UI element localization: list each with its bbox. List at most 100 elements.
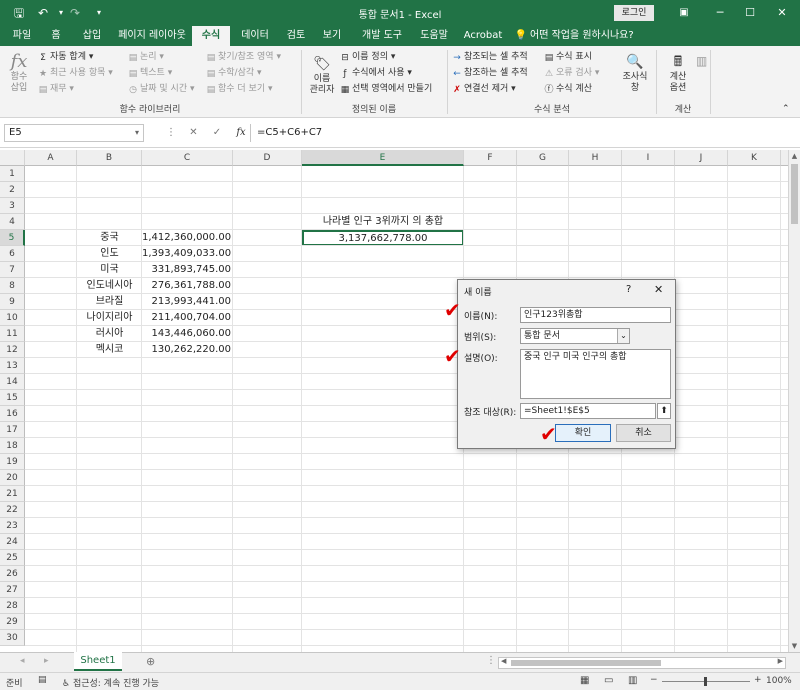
cell-country-name[interactable]: 인도 [77, 246, 142, 262]
add-sheet-icon[interactable]: ⊕ [146, 655, 155, 668]
column-header[interactable]: D [233, 150, 302, 166]
scroll-left-icon[interactable]: ◀ [501, 657, 506, 665]
column-header[interactable]: G [517, 150, 569, 166]
scroll-down-icon[interactable]: ▼ [789, 640, 800, 652]
calc-options-button[interactable]: 🖩 계산 옵션 [662, 52, 694, 94]
vertical-scrollbar[interactable]: ▲ ▼ [788, 150, 800, 652]
cell-e4[interactable]: 나라별 인구 3위까지 의 총합 [302, 214, 464, 230]
comment-textarea[interactable]: 중국 인구 미국 인구의 총합 [520, 349, 671, 399]
name-manager-button[interactable]: 🏷 이름 관리자 [304, 54, 340, 96]
datetime-button[interactable]: ◷ 날짜 및 시간 ▾ [128, 82, 194, 96]
column-header[interactable]: B [77, 150, 142, 166]
zoom-level[interactable]: 100% [766, 676, 792, 686]
cell-country-name[interactable]: 러시아 [77, 326, 142, 342]
tab-acrobat[interactable]: Acrobat [458, 26, 508, 46]
tab-developer[interactable]: 개발 도구 [354, 26, 410, 46]
cell-population[interactable]: 1,393,409,033.00 [142, 246, 231, 262]
tab-insert[interactable]: 삽입 [74, 26, 110, 46]
tab-view[interactable]: 보기 [314, 26, 350, 46]
scroll-thumb[interactable] [511, 660, 661, 666]
tab-file[interactable]: 파일 [4, 26, 40, 46]
lookup-button[interactable]: ▤ 찾기/참조 영역 ▾ [206, 50, 281, 64]
cell-population[interactable]: 1,412,360,000.00 [142, 230, 231, 246]
select-all-corner[interactable] [0, 150, 25, 166]
cell-country-name[interactable]: 브라질 [77, 294, 142, 310]
row-header[interactable]: 12 [0, 342, 25, 358]
normal-view-icon[interactable]: ▦ [580, 675, 589, 686]
collapse-ribbon-icon[interactable]: ⌃ [782, 102, 790, 116]
tab-formulas[interactable]: 수식 [192, 26, 230, 46]
show-formulas-button[interactable]: ▤ 수식 표시 [544, 50, 592, 64]
row-header[interactable]: 19 [0, 454, 25, 470]
scroll-right-icon[interactable]: ▶ [778, 657, 783, 665]
column-header[interactable]: F [464, 150, 517, 166]
row-header[interactable]: 9 [0, 294, 25, 310]
horizontal-scrollbar[interactable]: ◀ ▶ [498, 657, 786, 669]
column-header[interactable]: C [142, 150, 233, 166]
math-button[interactable]: ▤ 수학/삼각 ▾ [206, 66, 262, 80]
next-sheet-icon[interactable]: ▸ [44, 656, 49, 666]
row-header[interactable]: 15 [0, 390, 25, 406]
row-header[interactable]: 2 [0, 182, 25, 198]
row-header[interactable]: 29 [0, 614, 25, 630]
tab-data[interactable]: 데이터 [234, 26, 276, 46]
dialog-close-button[interactable]: ✕ [654, 283, 663, 296]
name-box[interactable]: E5 ▾ [4, 124, 144, 142]
cell-population[interactable]: 130,262,220.00 [142, 342, 231, 358]
scroll-thumb[interactable] [791, 164, 798, 224]
cell-country-name[interactable]: 중국 [77, 230, 142, 246]
row-header[interactable]: 3 [0, 198, 25, 214]
cell-e5-selected[interactable]: 3,137,662,778.00 [302, 230, 464, 246]
financial-button[interactable]: ▤ 재무 ▾ [38, 82, 74, 96]
recent-functions-button[interactable]: ★ 최근 사용 항목 ▾ [38, 66, 113, 80]
accessibility-status[interactable]: ♿ 접근성: 계속 진행 가능 [62, 676, 159, 689]
watch-window-button[interactable]: 🔍 조사식 창 [618, 52, 652, 94]
row-header[interactable]: 11 [0, 326, 25, 342]
cell-population[interactable]: 276,361,788.00 [142, 278, 231, 294]
prev-sheet-icon[interactable]: ◂ [20, 656, 25, 666]
sheet-tab-sheet1[interactable]: Sheet1 [74, 652, 122, 671]
error-checking-button[interactable]: ⚠ 오류 검사 ▾ [544, 66, 599, 80]
scope-select[interactable]: 통합 문서 ⌄ [520, 328, 630, 344]
row-header[interactable]: 14 [0, 374, 25, 390]
close-icon[interactable]: ✕ [762, 0, 800, 26]
calc-now-icon[interactable]: ▥ [696, 54, 707, 68]
cancel-button[interactable]: 취소 [616, 424, 671, 442]
zoom-slider-thumb[interactable] [704, 677, 707, 686]
tab-home[interactable]: 홈 [42, 26, 70, 46]
cell-population[interactable]: 213,993,441.00 [142, 294, 231, 310]
login-button[interactable]: 로그인 [614, 5, 654, 21]
more-functions-button[interactable]: ▤ 함수 더 보기 ▾ [206, 82, 273, 96]
autosum-button[interactable]: Σ 자동 합계 ▾ [38, 50, 93, 64]
row-header[interactable]: 7 [0, 262, 25, 278]
row-header[interactable]: 27 [0, 582, 25, 598]
formula-input[interactable]: =C5+C6+C7 [250, 124, 796, 142]
row-header[interactable]: 28 [0, 598, 25, 614]
use-in-formula-button[interactable]: ƒ 수식에서 사용 ▾ [340, 66, 412, 80]
column-header[interactable]: E [302, 150, 464, 166]
cell-population[interactable]: 143,446,060.00 [142, 326, 231, 342]
row-header[interactable]: 21 [0, 486, 25, 502]
column-header[interactable]: K [728, 150, 781, 166]
row-header[interactable]: 18 [0, 438, 25, 454]
row-header[interactable]: 30 [0, 630, 25, 646]
ribbon-display-icon[interactable]: ▣ [664, 0, 704, 26]
text-button[interactable]: ▤ 텍스트 ▾ [128, 66, 173, 80]
row-header[interactable]: 22 [0, 502, 25, 518]
help-button[interactable]: ? [626, 284, 631, 295]
name-input[interactable]: 인구123위총합 [520, 307, 671, 323]
row-header[interactable]: 1 [0, 166, 25, 182]
tab-page-layout[interactable]: 페이지 레이아웃 [114, 26, 190, 46]
row-header[interactable]: 20 [0, 470, 25, 486]
trace-precedents-button[interactable]: → 참조되는 셀 추적 [452, 50, 527, 64]
cell-country-name[interactable]: 나이지리아 [77, 310, 142, 326]
evaluate-formula-button[interactable]: ⓕ 수식 계산 [544, 82, 592, 96]
cell-country-name[interactable]: 멕시코 [77, 342, 142, 358]
row-header[interactable]: 6 [0, 246, 25, 262]
column-header[interactable]: A [25, 150, 77, 166]
column-header[interactable]: I [622, 150, 675, 166]
zoom-out-icon[interactable]: − [650, 675, 658, 685]
create-from-selection-button[interactable]: ▦ 선택 영역에서 만들기 [340, 82, 433, 96]
row-header[interactable]: 26 [0, 566, 25, 582]
tell-me-box[interactable]: 어떤 작업을 원하시나요? [530, 26, 640, 46]
